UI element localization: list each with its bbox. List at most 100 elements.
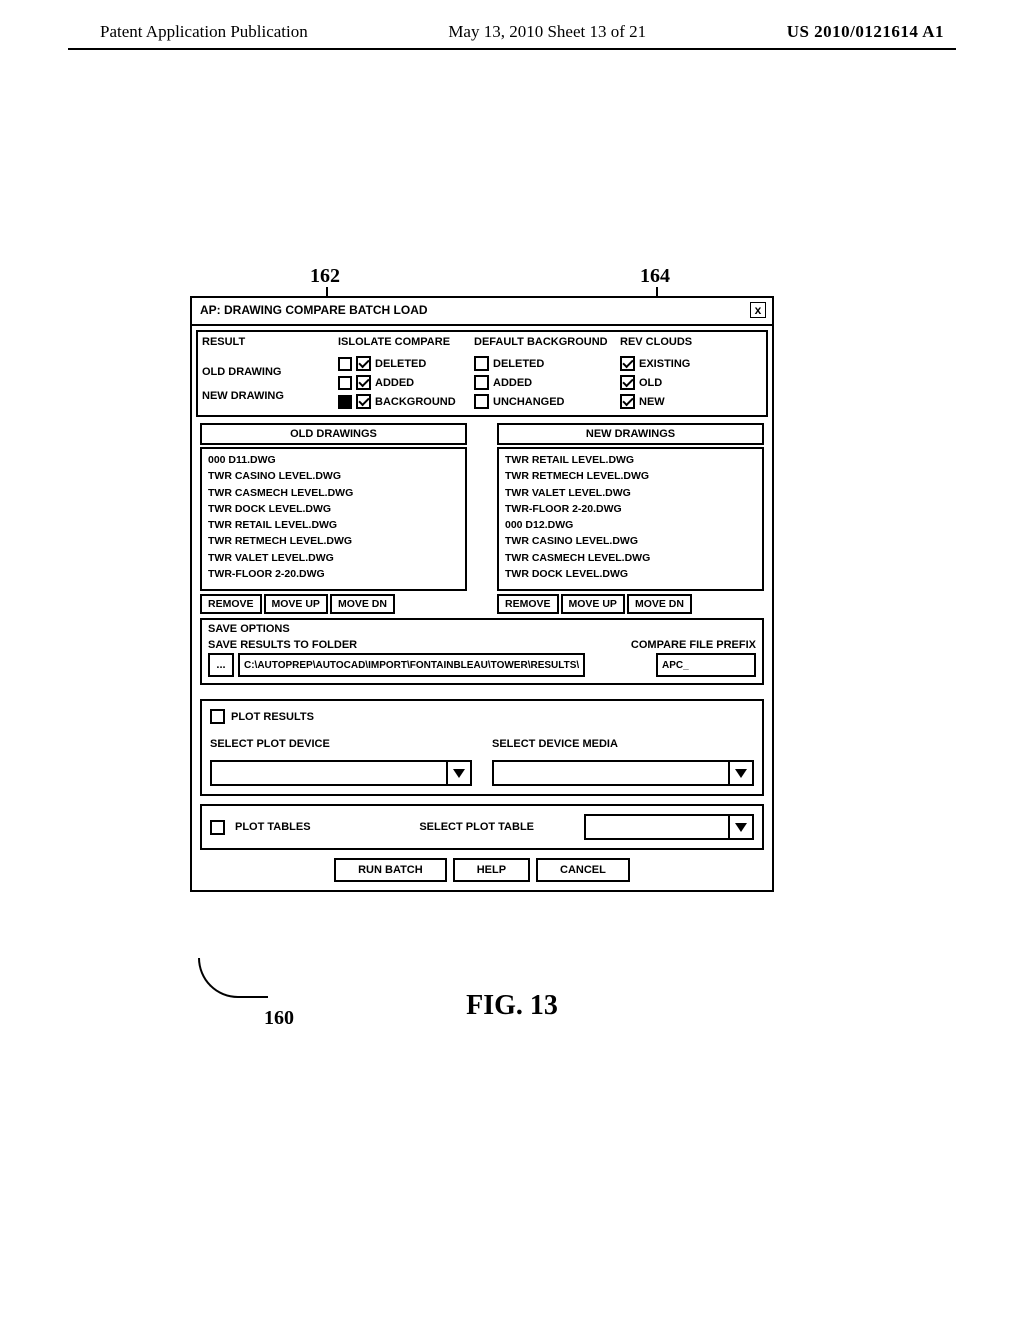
bottom-buttons: RUN BATCH HELP CANCEL [192,854,772,890]
defaultbg-deleted-label: DELETED [493,358,544,370]
rev-new-checkbox[interactable] [620,394,635,409]
rev-new-label: NEW [639,396,665,408]
old-drawing-label: OLD DRAWING [202,366,332,378]
defaultbg-added-label: ADDED [493,377,532,389]
old-drawings-col: OLD DRAWINGS 000 D11.DWG TWR CASINO LEVE… [200,423,467,614]
list-item[interactable]: TWR CASINO LEVEL.DWG [208,468,459,484]
list-item[interactable]: TWR VALET LEVEL.DWG [505,485,756,501]
new-movedn-button[interactable]: MOVE DN [627,594,692,614]
new-drawing-label: NEW DRAWING [202,390,332,402]
default-bg-head: DEFAULT BACKGROUND [474,336,614,348]
new-moveup-button[interactable]: MOVE UP [561,594,625,614]
isolate-added-swatch [338,376,352,390]
isolate-added-label: ADDED [375,377,414,389]
close-button[interactable]: x [750,302,766,318]
help-button[interactable]: HELP [453,858,530,882]
defaultbg-unchanged-label: UNCHANGED [493,396,565,408]
isolate-background-swatch [338,395,352,409]
dialog: AP: DRAWING COMPARE BATCH LOAD x RESULT … [190,296,774,892]
isolate-deleted-checkbox[interactable] [356,356,371,371]
dialog-title: AP: DRAWING COMPARE BATCH LOAD [200,303,428,317]
title-bar: AP: DRAWING COMPARE BATCH LOAD x [192,298,772,326]
new-drawings-col: NEW DRAWINGS TWR RETAIL LEVEL.DWG TWR RE… [497,423,764,614]
page-header: Patent Application Publication May 13, 2… [0,0,1024,48]
rev-head: REV CLOUDS [620,336,762,348]
isolate-deleted-label: DELETED [375,358,426,370]
old-remove-button[interactable]: REMOVE [200,594,262,614]
save-options-panel: SAVE OPTIONS SAVE RESULTS TO FOLDER ... … [200,618,764,685]
list-item[interactable]: TWR DOCK LEVEL.DWG [505,566,756,582]
plot-tables-panel: PLOT TABLES SELECT PLOT TABLE [200,804,764,850]
rev-existing-label: EXISTING [639,358,690,370]
run-batch-button[interactable]: RUN BATCH [334,858,447,882]
cancel-button[interactable]: CANCEL [536,858,630,882]
chevron-down-icon [728,816,752,838]
rev-old-label: OLD [639,377,662,389]
result-column: RESULT OLD DRAWING NEW DRAWING [202,336,332,409]
header-left: Patent Application Publication [100,22,308,42]
prefix-textbox[interactable]: APC_ [656,653,756,677]
header-mid: May 13, 2010 Sheet 13 of 21 [448,22,646,42]
callout-164: 164 [640,265,670,288]
isolate-head: ISLOLATE COMPARE [338,336,468,348]
list-item[interactable]: TWR DOCK LEVEL.DWG [208,501,459,517]
chevron-down-icon [728,762,752,784]
plot-tables-checkbox[interactable] [210,820,225,835]
chevron-down-icon [446,762,470,784]
plot-device-dropdown[interactable] [210,760,472,786]
plot-tables-label: PLOT TABLES [235,821,311,833]
defaultbg-deleted-checkbox[interactable] [474,356,489,371]
results-path-textbox[interactable]: C:\AUTOPREP\AUTOCAD\IMPORT\FONTAINBLEAU\… [238,653,585,677]
lists-row: OLD DRAWINGS 000 D11.DWG TWR CASINO LEVE… [192,421,772,616]
list-item[interactable]: TWR RETAIL LEVEL.DWG [505,452,756,468]
new-drawings-listbox[interactable]: TWR RETAIL LEVEL.DWG TWR RETMECH LEVEL.D… [497,447,764,591]
list-item[interactable]: TWR RETAIL LEVEL.DWG [208,517,459,533]
list-item[interactable]: TWR-FLOOR 2-20.DWG [505,501,756,517]
save-results-to-folder-label: SAVE RESULTS TO FOLDER [208,639,585,651]
close-icon: x [755,303,762,317]
isolate-background-checkbox[interactable] [356,394,371,409]
header-rule [68,48,956,50]
rev-clouds-column: REV CLOUDS EXISTING OLD NEW [620,336,762,409]
list-item[interactable]: TWR CASMECH LEVEL.DWG [208,485,459,501]
isolate-column: ISLOLATE COMPARE DELETED ADDED BACKGROUN… [338,336,468,409]
isolate-background-label: BACKGROUND [375,396,456,408]
top-options-panel: RESULT OLD DRAWING NEW DRAWING ISLOLATE … [196,330,768,417]
select-plot-table-label: SELECT PLOT TABLE [419,821,534,833]
list-item[interactable]: TWR RETMECH LEVEL.DWG [505,468,756,484]
select-device-media-label: SELECT DEVICE MEDIA [492,738,754,750]
plot-results-label: PLOT RESULTS [231,711,314,723]
ellipsis-icon: ... [216,659,225,671]
isolate-deleted-swatch [338,357,352,371]
plot-results-panel: PLOT RESULTS SELECT PLOT DEVICE SELECT D… [200,699,764,796]
old-moveup-button[interactable]: MOVE UP [264,594,328,614]
device-media-dropdown[interactable] [492,760,754,786]
defaultbg-unchanged-checkbox[interactable] [474,394,489,409]
compare-file-prefix-label: COMPARE FILE PREFIX [591,639,756,651]
list-item[interactable]: TWR VALET LEVEL.DWG [208,550,459,566]
list-item[interactable]: TWR-FLOOR 2-20.DWG [208,566,459,582]
select-plot-device-label: SELECT PLOT DEVICE [210,738,472,750]
list-item[interactable]: TWR RETMECH LEVEL.DWG [208,533,459,549]
defaultbg-added-checkbox[interactable] [474,375,489,390]
result-head: RESULT [202,336,332,348]
plot-table-dropdown[interactable] [584,814,754,840]
default-bg-column: DEFAULT BACKGROUND DELETED ADDED UNCHANG… [474,336,614,409]
list-item[interactable]: TWR CASINO LEVEL.DWG [505,533,756,549]
rev-existing-checkbox[interactable] [620,356,635,371]
list-item[interactable]: 000 D11.DWG [208,452,459,468]
isolate-added-checkbox[interactable] [356,375,371,390]
new-remove-button[interactable]: REMOVE [497,594,559,614]
header-right: US 2010/0121614 A1 [787,22,944,42]
rev-old-checkbox[interactable] [620,375,635,390]
figure-label: FIG. 13 [0,990,1024,1022]
list-item[interactable]: 000 D12.DWG [505,517,756,533]
old-drawings-listbox[interactable]: 000 D11.DWG TWR CASINO LEVEL.DWG TWR CAS… [200,447,467,591]
browse-button[interactable]: ... [208,653,234,677]
old-movedn-button[interactable]: MOVE DN [330,594,395,614]
save-options-label: SAVE OPTIONS [202,620,762,637]
new-drawings-header: NEW DRAWINGS [497,423,764,445]
list-item[interactable]: TWR CASMECH LEVEL.DWG [505,550,756,566]
plot-results-checkbox[interactable] [210,709,225,724]
callout-162: 162 [310,265,340,288]
